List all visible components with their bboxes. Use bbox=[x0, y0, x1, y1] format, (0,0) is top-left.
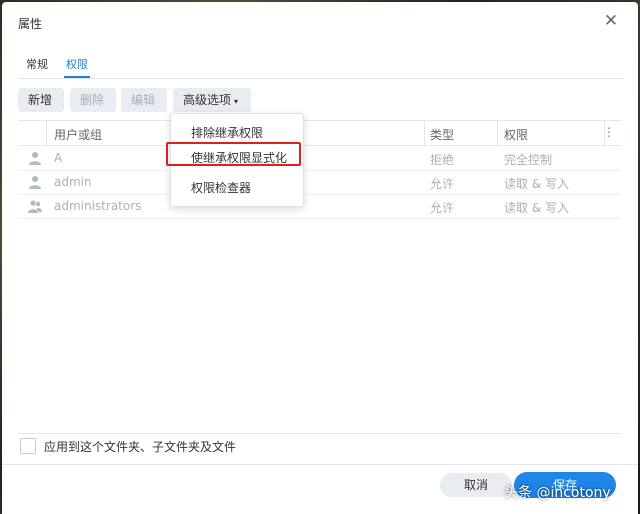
row-permission: 完全控制 bbox=[504, 153, 553, 167]
advanced-options-label: 高级选项 bbox=[183, 93, 232, 107]
table-row[interactable]: A 拒绝 完全控制 bbox=[18, 146, 621, 171]
row-user-name: admin bbox=[54, 175, 92, 189]
column-divider bbox=[46, 121, 47, 145]
row-permission: 读取 & 写入 bbox=[504, 177, 569, 191]
apply-recursive-checkbox[interactable] bbox=[20, 438, 36, 454]
edit-button[interactable]: 编辑 bbox=[121, 88, 167, 112]
highlight-box bbox=[166, 142, 301, 166]
tab-bar: 常规 权限 bbox=[18, 52, 624, 79]
column-divider bbox=[424, 121, 425, 145]
row-user-name: administrators bbox=[54, 199, 142, 213]
column-header-permission[interactable]: 权限 bbox=[504, 126, 528, 143]
properties-dialog: 属性 ✕ 常规 权限 新增 删除 编辑 高级选项 ▾ 用户或组 类型 权限 ⋮ A… bbox=[2, 2, 638, 514]
dialog-title: 属性 bbox=[18, 17, 43, 31]
row-user-name: A bbox=[54, 151, 63, 165]
table-row[interactable]: administrators 允许 读取 & 写入 bbox=[18, 194, 621, 219]
user-icon bbox=[29, 152, 41, 165]
table-header: 用户或组 类型 权限 ⋮ bbox=[18, 121, 621, 146]
column-header-type[interactable]: 类型 bbox=[430, 126, 454, 143]
chevron-down-icon: ▾ bbox=[234, 97, 239, 106]
apply-recursive-label[interactable]: 应用到这个文件夹、子文件夹及文件 bbox=[44, 438, 236, 455]
column-divider bbox=[497, 121, 498, 145]
user-icon bbox=[29, 176, 41, 189]
row-type: 允许 bbox=[430, 177, 455, 191]
add-button[interactable]: 新增 bbox=[18, 88, 64, 112]
column-menu-icon[interactable]: ⋮ bbox=[603, 125, 615, 139]
permissions-table: 用户或组 类型 权限 ⋮ A 拒绝 完全控制 admin 允许 读取 & 写入 … bbox=[18, 120, 621, 434]
footer-divider bbox=[2, 464, 638, 465]
delete-button[interactable]: 删除 bbox=[70, 88, 116, 112]
menu-item-permission-inspector[interactable]: 权限检查器 bbox=[191, 179, 251, 196]
watermark-text: 头条 @incotony bbox=[504, 485, 611, 501]
cancel-button[interactable]: 取消 bbox=[440, 473, 512, 497]
close-icon[interactable]: ✕ bbox=[602, 12, 620, 30]
row-type: 允许 bbox=[430, 201, 455, 215]
tab-permissions[interactable]: 权限 bbox=[64, 56, 90, 78]
dialog-titlebar: 属性 ✕ bbox=[2, 2, 638, 40]
table-row[interactable]: admin 允许 读取 & 写入 bbox=[18, 170, 621, 195]
tab-general[interactable]: 常规 bbox=[26, 56, 48, 72]
menu-item-exclude-inherited[interactable]: 排除继承权限 bbox=[191, 124, 263, 141]
row-type: 拒绝 bbox=[430, 153, 455, 167]
group-icon bbox=[28, 200, 42, 213]
row-permission: 读取 & 写入 bbox=[504, 201, 569, 215]
advanced-options-button[interactable]: 高级选项 ▾ bbox=[173, 88, 251, 112]
column-header-user[interactable]: 用户或组 bbox=[54, 126, 102, 143]
